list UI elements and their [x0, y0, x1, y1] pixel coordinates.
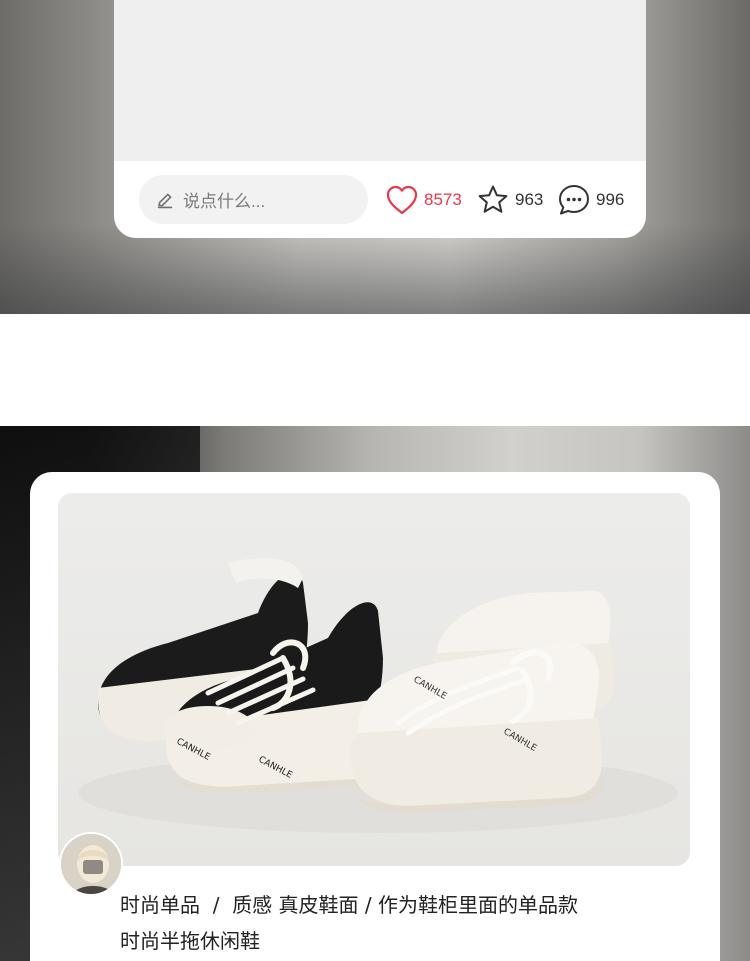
- star-count: 963: [515, 190, 544, 209]
- caption-line-2: 时尚半拖休闲鞋: [120, 929, 260, 953]
- comment-button[interactable]: 996: [556, 180, 624, 220]
- post-caption: 时尚单品 / 质感 真皮鞋面 / 作为鞋柜里面的单品款 时尚半拖休闲鞋: [120, 887, 680, 959]
- star-icon: [475, 182, 511, 218]
- avatar[interactable]: [59, 832, 123, 896]
- product-image[interactable]: CANHLE CANHLE CANHLE CANHLE: [58, 493, 690, 866]
- like-button[interactable]: 8573: [384, 180, 462, 220]
- comment-count: 996: [596, 190, 625, 209]
- comment-placeholder: 说点什么...: [183, 192, 266, 211]
- like-count: 8573: [424, 190, 462, 209]
- top-post-image[interactable]: [114, 0, 646, 161]
- bottom-post-card: CANHLE CANHLE CANHLE CANHLE 时尚单品 / 质感 真皮…: [30, 472, 720, 961]
- comment-input[interactable]: 说点什么...: [139, 175, 368, 224]
- star-button[interactable]: 963: [475, 180, 543, 220]
- caption-line-1: 时尚单品 / 质感 真皮鞋面 / 作为鞋柜里面的单品款: [120, 893, 578, 917]
- pencil-icon: [155, 190, 175, 210]
- top-post-card: 说点什么... 8573 963 996: [114, 0, 646, 238]
- shoes-illustration: CANHLE CANHLE CANHLE CANHLE: [78, 558, 678, 833]
- comment-icon: [556, 182, 592, 218]
- heart-icon: [384, 182, 420, 218]
